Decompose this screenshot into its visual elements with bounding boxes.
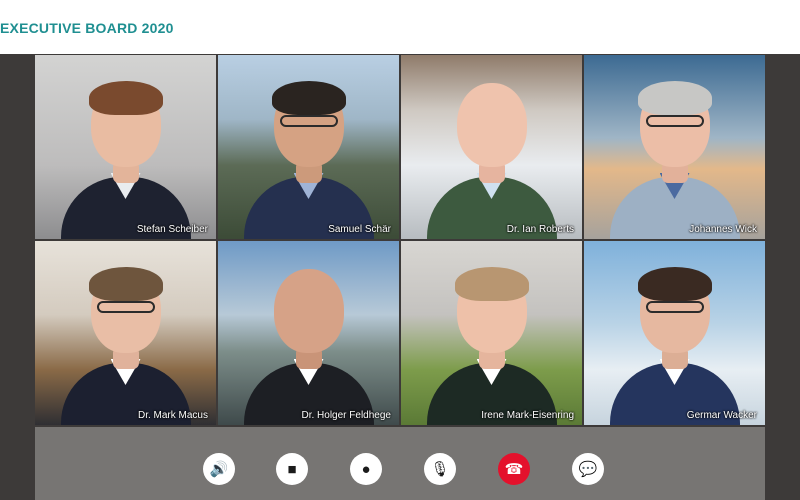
- camera-button[interactable]: ■: [276, 453, 308, 485]
- person-icon: ●: [361, 460, 371, 478]
- speaker-icon: 🔊: [209, 460, 229, 478]
- participant-tile[interactable]: Dr. Mark Macus: [35, 241, 216, 425]
- participant-name: Johannes Wick: [689, 224, 757, 235]
- call-controls-bar: 🔊 ■ ● 🎙 ☎ 💬: [35, 427, 765, 500]
- participant-video: [600, 255, 750, 425]
- phone-hangup-icon: ☎: [504, 460, 524, 478]
- participant-tile[interactable]: Dr. Ian Roberts: [401, 55, 582, 239]
- chat-button[interactable]: 💬: [572, 453, 604, 485]
- participant-name: Samuel Schär: [328, 224, 391, 235]
- speaker-button[interactable]: 🔊: [203, 453, 235, 485]
- participant-video: [51, 255, 201, 425]
- participant-video: [417, 255, 567, 425]
- participants-button[interactable]: ●: [350, 453, 382, 485]
- participant-name: Germar Wacker: [686, 410, 757, 421]
- hang-up-button[interactable]: ☎: [498, 453, 530, 485]
- participant-tile[interactable]: Dr. Holger Feldhege: [218, 241, 399, 425]
- participant-name: Dr. Mark Macus: [137, 410, 208, 421]
- participant-name: Dr. Holger Feldhege: [301, 410, 392, 421]
- participant-name: Dr. Ian Roberts: [506, 224, 574, 235]
- chat-icon: 💬: [578, 460, 598, 478]
- participant-video: [51, 69, 201, 239]
- participant-video: [417, 69, 567, 239]
- participant-tile[interactable]: Samuel Schär: [218, 55, 399, 239]
- participant-tile[interactable]: Stefan Scheiber: [35, 55, 216, 239]
- participant-tile[interactable]: Irene Mark-Eisenring: [401, 241, 582, 425]
- video-grid: Stefan Scheiber Samuel Schär Dr. Ian Rob…: [35, 55, 765, 425]
- participant-video: [600, 69, 750, 239]
- participant-video: [234, 255, 384, 425]
- participant-name: Irene Mark-Eisenring: [481, 410, 574, 421]
- microphone-button[interactable]: 🎙: [424, 453, 456, 485]
- page-title: EXECUTIVE BOARD 2020: [0, 20, 174, 36]
- participant-tile[interactable]: Johannes Wick: [584, 55, 765, 239]
- participant-name: Stefan Scheiber: [136, 224, 208, 235]
- participant-tile[interactable]: Germar Wacker: [584, 241, 765, 425]
- participant-video: [234, 69, 384, 239]
- camera-icon: ■: [287, 460, 297, 478]
- microphone-icon: 🎙: [430, 460, 450, 478]
